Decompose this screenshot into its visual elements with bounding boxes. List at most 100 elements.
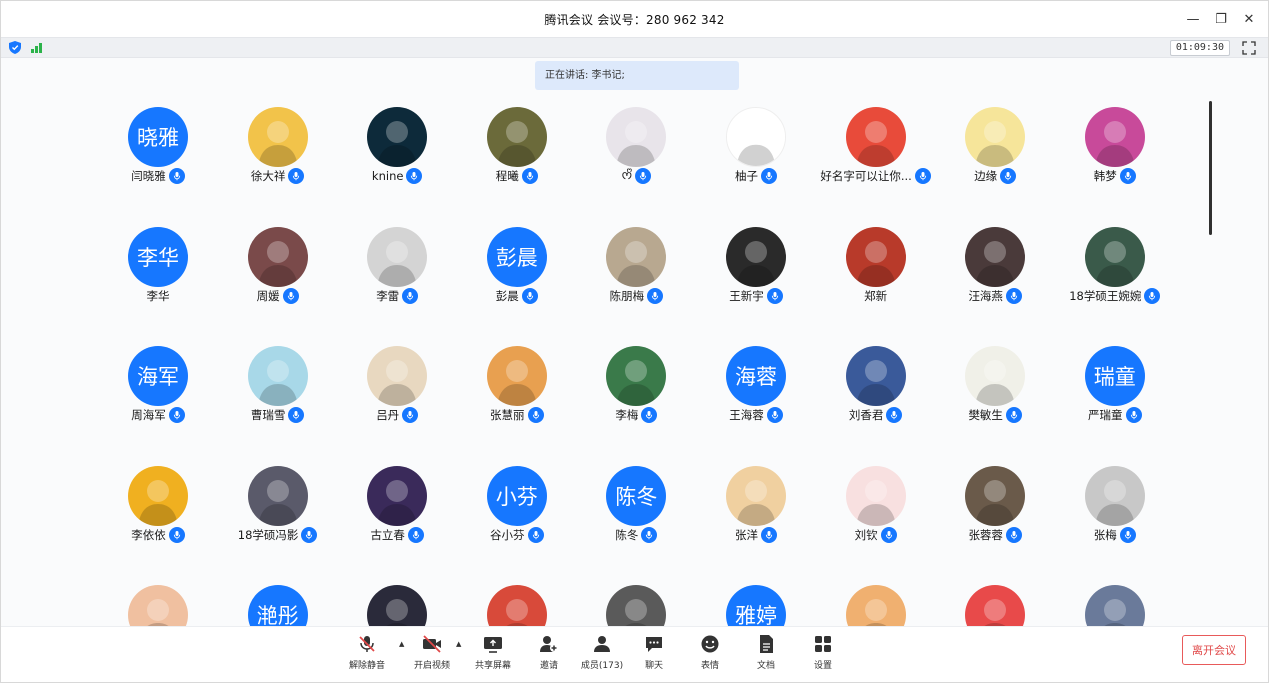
participant-tile[interactable]: 雅婷 <box>695 579 815 627</box>
avatar-photo <box>726 107 786 167</box>
participant-name-row: 樊敏生 <box>934 406 1056 424</box>
participant-tile[interactable]: 18学硕冯影 <box>217 460 337 570</box>
participant-name: 严瑞童 <box>1088 408 1123 422</box>
participant-tile[interactable]: 刘钦 <box>815 460 935 570</box>
members-button[interactable]: 成员(173) <box>574 633 630 679</box>
participant-tile[interactable]: 李华 李华 <box>97 221 217 331</box>
document-icon <box>755 633 777 655</box>
participant-tile[interactable]: 韩梦 <box>1054 101 1174 211</box>
grid-scrollbar[interactable] <box>1209 101 1212 235</box>
participant-tile[interactable]: 刘香君 <box>815 340 935 450</box>
participant-tile[interactable]: 李依依 <box>97 460 217 570</box>
participant-name-row: 王新宇 <box>695 287 817 305</box>
participant-tile[interactable]: 小芬 谷小芬 <box>456 460 576 570</box>
mic-icon <box>527 407 544 423</box>
avatar-photo <box>367 107 428 167</box>
avatar-photo <box>726 226 786 287</box>
network-signal-icon[interactable] <box>31 42 42 53</box>
invite-button[interactable]: 邀请 <box>521 633 577 679</box>
participant-tile[interactable]: 张洋 <box>695 460 815 570</box>
participant-tile[interactable]: 边缘 <box>934 101 1054 211</box>
participant-tile[interactable]: 海蓉 王海蓉 <box>695 340 815 450</box>
participant-tile[interactable]: 海军 周海军 <box>97 340 217 450</box>
participant-tile[interactable]: 陈朋梅 <box>575 221 695 331</box>
participant-name: 刘钦 <box>854 527 878 542</box>
participant-tile[interactable]: 张慧丽 <box>456 340 576 450</box>
share-screen-button[interactable]: 共享屏幕 <box>465 633 521 679</box>
participant-name-row: 好名字可以让你... <box>815 167 937 185</box>
mic-icon <box>766 287 783 304</box>
participant-tile[interactable]: 周媛 <box>217 221 337 331</box>
participant-tile[interactable]: 瑞童 严瑞童 <box>1054 340 1174 450</box>
avatar-photo <box>367 226 428 287</box>
participant-name-row: 彭晨 <box>456 287 578 305</box>
docs-button[interactable]: 文档 <box>738 633 794 679</box>
participant-tile[interactable]: 柚子 <box>695 101 815 211</box>
unmute-button[interactable]: 解除静音 <box>339 633 395 679</box>
mic-icon <box>527 526 544 543</box>
video-options-chevron-icon[interactable]: ▲ <box>456 640 464 648</box>
avatar-photo <box>367 346 428 406</box>
participant-name-row: 李华 <box>97 287 219 305</box>
participant-tile[interactable]: 王新宇 <box>695 221 815 331</box>
mic-icon <box>521 168 538 184</box>
participant-tile[interactable]: 张梅 <box>1054 460 1174 570</box>
emoji-button[interactable]: 表情 <box>682 633 738 679</box>
participant-tile[interactable]: 曹瑞雪 <box>217 340 337 450</box>
participant-name: 樊敏生 <box>968 408 1003 422</box>
participant-tile[interactable]: 彭晨 彭晨 <box>456 221 576 331</box>
participant-tile[interactable]: 张蓉蓉 <box>934 460 1054 570</box>
participant-name-row: ᰔᩚ <box>575 167 697 185</box>
participant-tile[interactable]: 程曦 <box>456 101 576 211</box>
avatar-initials: 晓雅 <box>128 107 188 167</box>
start-video-button[interactable]: 开启视频 <box>404 633 460 679</box>
participant-tile[interactable]: 陈冬 陈冬 <box>575 460 695 570</box>
participant-tile[interactable] <box>97 579 217 627</box>
participant-name-row: 陈冬 <box>575 526 697 544</box>
participant-name: 李华 <box>146 288 170 303</box>
participant-name: knine <box>371 169 404 183</box>
participant-tile[interactable] <box>456 579 576 627</box>
participant-tile[interactable]: 好名字可以让你... <box>815 101 935 211</box>
mic-icon <box>402 407 419 423</box>
participant-tile[interactable] <box>336 579 456 627</box>
settings-button[interactable]: 设置 <box>795 633 851 679</box>
participant-tile[interactable]: 徐大祥 <box>217 101 337 211</box>
participant-name: 李依依 <box>131 527 166 542</box>
participant-tile[interactable]: knine <box>336 101 456 211</box>
participant-tile[interactable] <box>815 579 935 627</box>
participant-tile[interactable]: 李雷 <box>336 221 456 331</box>
participant-tile[interactable]: 18学硕王婉婉 <box>1054 221 1174 331</box>
participant-name-row: 曹瑞雪 <box>217 406 339 424</box>
participant-tile[interactable]: ᰔᩚ <box>575 101 695 211</box>
participant-name: 程曦 <box>495 169 519 183</box>
mic-icon <box>168 407 185 423</box>
mic-icon <box>761 168 777 184</box>
restore-icon[interactable]: ❐ <box>1210 8 1232 30</box>
avatar-photo <box>965 226 1026 287</box>
avatar-photo <box>726 465 786 526</box>
participant-tile[interactable]: 汪海燕 <box>934 221 1054 331</box>
participant-name: 周媛 <box>256 288 280 303</box>
minimize-icon[interactable]: — <box>1182 8 1204 30</box>
participant-tile[interactable]: 吕丹 <box>336 340 456 450</box>
participant-tile[interactable]: 李梅 <box>575 340 695 450</box>
participant-tile[interactable]: 滟彤 <box>217 579 337 627</box>
add-user-icon <box>538 633 560 655</box>
fullscreen-icon[interactable] <box>1242 41 1256 55</box>
shield-icon[interactable] <box>9 41 21 54</box>
participant-tile[interactable] <box>575 579 695 627</box>
close-icon[interactable]: ✕ <box>1238 8 1260 30</box>
participant-tile[interactable] <box>934 579 1054 627</box>
mic-icon <box>288 407 305 423</box>
participant-tile[interactable] <box>1054 579 1174 627</box>
chat-button[interactable]: 聊天 <box>626 633 682 679</box>
participant-tile[interactable]: 樊敏生 <box>934 340 1054 450</box>
participant-name: 王新宇 <box>729 288 764 303</box>
leave-meeting-button[interactable]: 离开会议 <box>1182 635 1246 665</box>
participant-name: 彭晨 <box>495 288 519 303</box>
participant-tile[interactable]: 郑新 <box>815 221 935 331</box>
participant-tile[interactable]: 晓雅 闫晓雅 <box>97 101 217 211</box>
participant-tile[interactable]: 古立春 <box>336 460 456 570</box>
participant-name: 汪海燕 <box>968 288 1003 303</box>
